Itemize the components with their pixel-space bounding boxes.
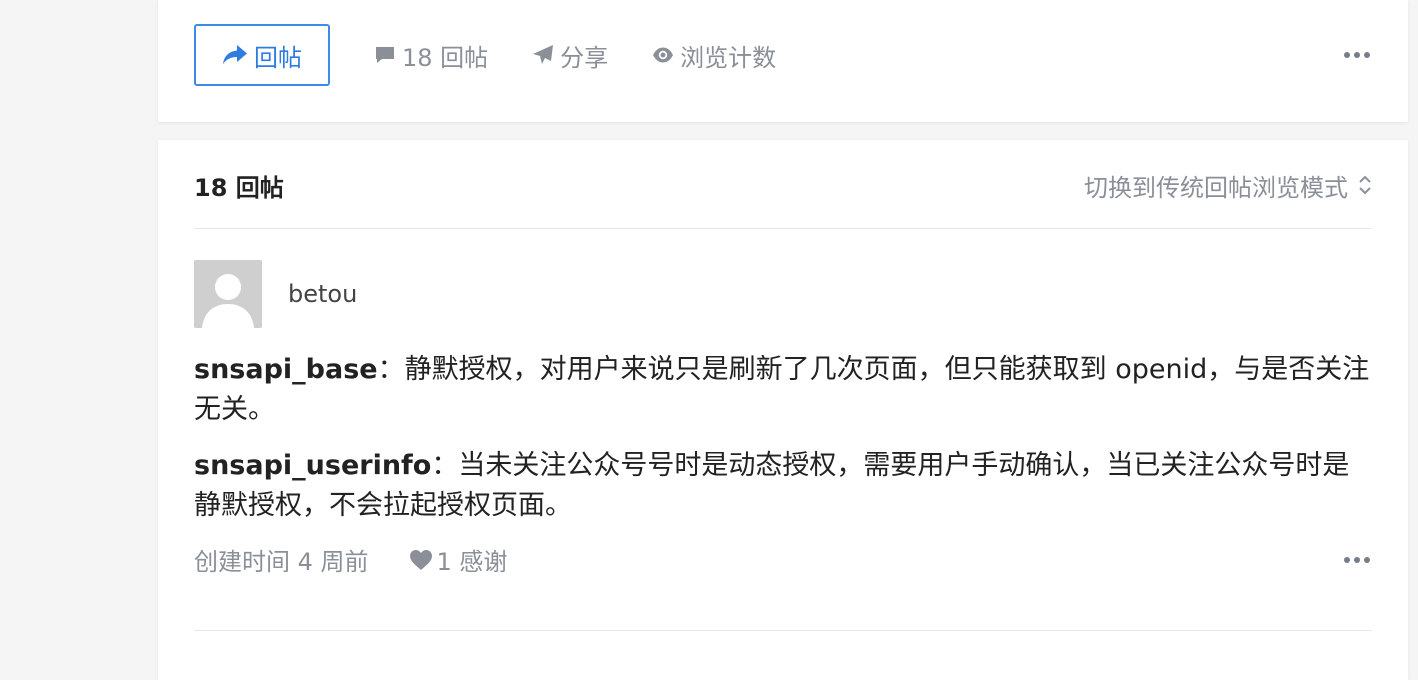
default-avatar-icon (194, 260, 262, 328)
ellipsis-icon (1344, 52, 1350, 58)
comment-count[interactable]: 18 回帖 (374, 38, 488, 73)
reply-button[interactable]: 回帖 (194, 24, 330, 86)
topic-actions-card: 回帖 18 回帖 分享 浏览计数 (158, 0, 1408, 122)
term-snsapi-base: snsapi_base (194, 354, 378, 385)
replies-card: 18 回帖 切换到传统回帖浏览模式 betou snsapi_base：静默授权… (158, 140, 1408, 680)
post-author: betou (194, 260, 1372, 328)
heart-icon (409, 549, 432, 570)
topic-more-button[interactable] (1342, 46, 1372, 64)
post-paragraph: snsapi_base：静默授权，对用户来说只是刷新了几次页面，但只能获取到 o… (194, 350, 1372, 430)
post-content: snsapi_base：静默授权，对用户来说只是刷新了几次页面，但只能获取到 o… (194, 350, 1372, 526)
comment-count-label: 18 回帖 (402, 43, 489, 72)
views-label: 浏览计数 (680, 43, 777, 72)
avatar[interactable] (194, 260, 262, 328)
author-name[interactable]: betou (288, 280, 357, 308)
ellipsis-icon (1344, 556, 1350, 563)
post-more-button[interactable] (1342, 551, 1372, 569)
share-label: 分享 (560, 43, 609, 72)
eye-icon (653, 47, 674, 63)
switch-view-mode-button[interactable]: 切换到传统回帖浏览模式 (1084, 168, 1372, 203)
reply-arrow-icon (223, 45, 247, 64)
created-time: 创建时间 4 周前 (194, 548, 369, 576)
sort-updown-icon (1359, 175, 1371, 195)
replies-header: 18 回帖 切换到传统回帖浏览模式 (194, 140, 1372, 229)
reply-button-label: 回帖 (254, 43, 302, 72)
replies-count: 18 回帖 (194, 173, 284, 202)
view-count: 浏览计数 (652, 38, 776, 73)
post-divider (194, 630, 1372, 631)
post-meta: 创建时间 4 周前 1 感谢 (194, 542, 1372, 577)
thanks-label: 1 感谢 (436, 548, 508, 576)
switch-view-mode-label: 切换到传统回帖浏览模式 (1084, 173, 1348, 202)
term-snsapi-userinfo: snsapi_userinfo (194, 450, 432, 481)
reply-post: betou snsapi_base：静默授权，对用户来说只是刷新了几次页面，但只… (194, 260, 1372, 577)
post-paragraph: snsapi_userinfo：当未关注公众号号时是动态授权，需要用户手动确认，… (194, 446, 1372, 526)
paper-plane-icon (533, 45, 554, 64)
share-button[interactable]: 分享 (532, 38, 608, 73)
comment-bubble-icon (376, 47, 394, 63)
topic-actions-bar: 回帖 18 回帖 分享 浏览计数 (194, 24, 1372, 86)
thanks-button[interactable]: 1 感谢 (409, 542, 508, 577)
